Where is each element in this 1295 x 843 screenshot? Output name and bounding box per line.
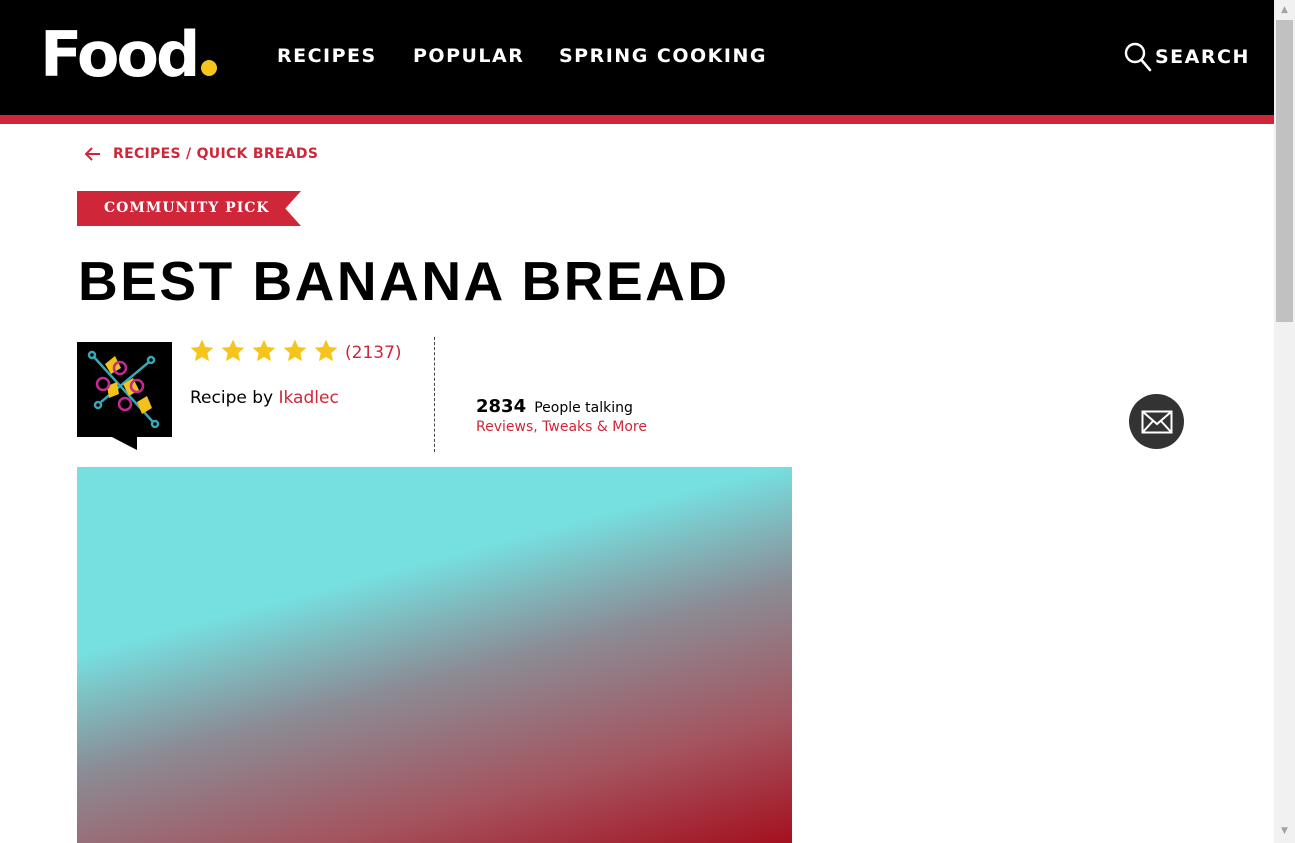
recipe-title: BEST BANANA BREAD	[78, 250, 730, 312]
section-divider	[434, 337, 435, 452]
nav-recipes[interactable]: RECIPES	[277, 45, 377, 67]
star-icon	[221, 339, 245, 362]
reviews-link[interactable]: Reviews, Tweaks & More	[476, 419, 647, 435]
back-arrow-icon	[84, 147, 100, 161]
rating-stars[interactable]: (2137)	[189, 338, 402, 364]
breadcrumb[interactable]: RECIPES / QUICK BREADS	[84, 146, 318, 162]
scrollbar-thumb[interactable]	[1276, 20, 1293, 322]
vertical-scrollbar[interactable]: ▲ ▼	[1274, 0, 1295, 843]
star-icon	[314, 339, 338, 362]
header-accent-bar	[0, 115, 1274, 124]
scroll-up-arrow-icon[interactable]: ▲	[1274, 2, 1295, 19]
people-talking-label: People talking	[534, 400, 633, 416]
people-talking-count: 2834	[476, 396, 527, 417]
badge-label: COMMUNITY PICK	[104, 200, 270, 216]
star-icon	[190, 339, 214, 362]
community-pick-badge: COMMUNITY PICK	[77, 191, 301, 226]
search-icon	[1124, 42, 1152, 72]
recipe-hero-image[interactable]	[77, 467, 792, 843]
nav-spring-cooking[interactable]: SPRING COOKING	[559, 45, 767, 67]
user-avatar-icon[interactable]	[77, 342, 172, 437]
site-logo[interactable]: Food	[40, 18, 218, 91]
logo-dot	[201, 60, 218, 76]
email-share-button[interactable]	[1129, 394, 1184, 449]
breadcrumb-path: RECIPES / QUICK BREADS	[113, 146, 319, 162]
nav-popular[interactable]: POPULAR	[413, 45, 524, 67]
search-label: SEARCH	[1155, 46, 1250, 68]
search-button[interactable]: SEARCH	[1124, 40, 1250, 74]
author-link[interactable]: Ikadlec	[279, 388, 339, 408]
logo-text: Food	[40, 18, 200, 91]
mail-icon	[1141, 410, 1172, 433]
recipe-byline: Recipe by Ikadlec	[190, 388, 339, 408]
star-icon	[283, 339, 307, 362]
discussion-summary: 2834 People talking Reviews, Tweaks & Mo…	[476, 396, 647, 435]
site-header: Food RECIPES POPULAR SPRING COOKING SEAR…	[0, 0, 1274, 115]
byline-prefix: Recipe by	[190, 388, 274, 408]
rating-count[interactable]: (2137)	[345, 343, 402, 363]
star-icon	[252, 339, 276, 362]
scroll-down-arrow-icon[interactable]: ▼	[1274, 823, 1295, 840]
avatar-speech-tail	[110, 436, 137, 450]
